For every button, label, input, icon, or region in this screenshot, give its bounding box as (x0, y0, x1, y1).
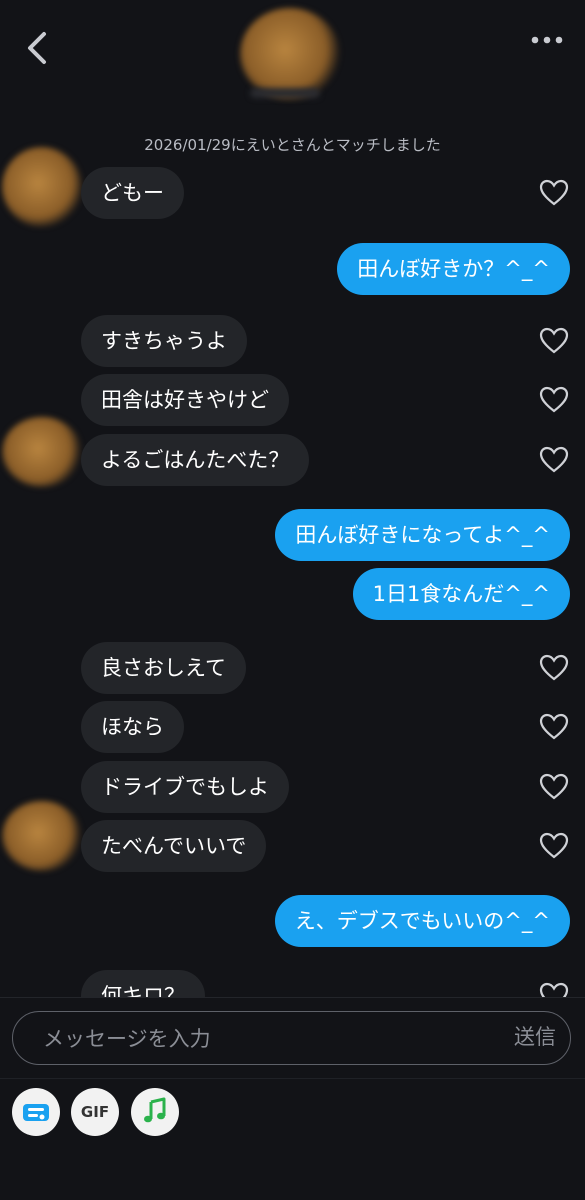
message-bubble-outgoing[interactable]: え、デブスでもいいの^_^ (274, 895, 570, 947)
sender-avatar[interactable] (2, 801, 82, 871)
heart-icon[interactable] (539, 327, 569, 355)
profile-card-button[interactable] (12, 1088, 60, 1136)
heart-icon[interactable] (539, 179, 569, 207)
chat-header (0, 0, 585, 125)
profile-card-icon (23, 1104, 49, 1121)
sender-avatar[interactable] (2, 417, 82, 487)
message-bubble-incoming[interactable]: 田舎は好きやけど (81, 374, 289, 426)
message-list[interactable]: どもー 田んぼ好きか？^_^ すきちゃうよ 田舎は好きやけど よるごはんたべた？… (0, 125, 585, 997)
message-bubble-incoming[interactable]: よるごはんたべた？ (81, 434, 310, 486)
toolbar-divider (0, 1078, 585, 1079)
music-note-icon (144, 1097, 166, 1123)
sender-avatar[interactable] (2, 147, 82, 227)
message-composer: 送信 (12, 1011, 571, 1065)
message-input[interactable] (41, 1012, 485, 1065)
gif-button[interactable]: GIF (71, 1088, 119, 1136)
heart-icon[interactable] (539, 832, 569, 860)
heart-icon[interactable] (539, 713, 569, 741)
music-button[interactable] (131, 1088, 179, 1136)
message-bubble-incoming[interactable]: 良さおしえて (81, 642, 246, 694)
message-bubble-outgoing[interactable]: 田んぼ好きになってよ^_^ (275, 509, 570, 561)
more-dots-icon[interactable] (527, 30, 567, 50)
heart-icon[interactable] (539, 446, 569, 474)
heart-icon[interactable] (539, 982, 569, 997)
heart-icon[interactable] (539, 386, 569, 414)
message-bubble-incoming[interactable]: たべんでいいで (81, 820, 267, 872)
message-bubble-outgoing[interactable]: 1日1食なんだ^_^ (352, 568, 570, 620)
send-button[interactable]: 送信 (514, 1012, 556, 1063)
message-bubble-incoming[interactable]: ドライブでもしよ (81, 761, 289, 813)
chevron-left-icon[interactable] (20, 28, 56, 68)
message-bubble-outgoing[interactable]: 田んぼ好きか？^_^ (337, 243, 570, 295)
message-bubble-incoming[interactable]: 何キロ？ (81, 970, 205, 997)
gif-label: GIF (80, 1103, 110, 1121)
heart-icon[interactable] (539, 654, 569, 682)
composer-divider (0, 997, 585, 998)
heart-icon[interactable] (539, 773, 569, 801)
message-bubble-incoming[interactable]: どもー (81, 167, 184, 219)
match-avatar[interactable] (240, 8, 340, 100)
match-name-blurred (250, 88, 320, 98)
message-bubble-incoming[interactable]: ほなら (81, 701, 184, 753)
message-bubble-incoming[interactable]: すきちゃうよ (81, 315, 247, 367)
